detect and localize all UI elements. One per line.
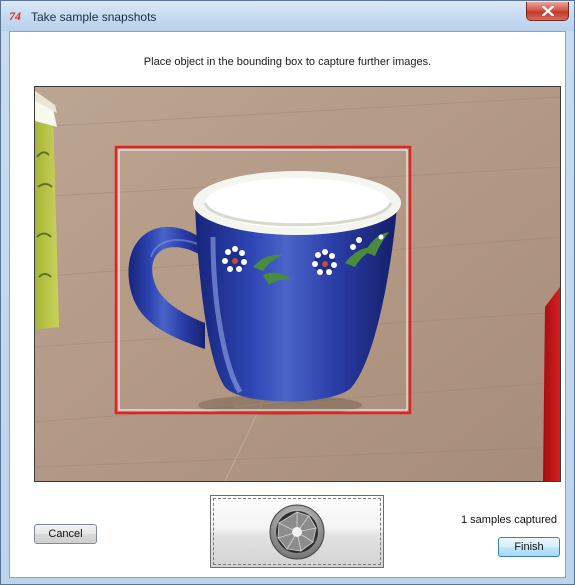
close-icon <box>542 6 554 16</box>
finish-button[interactable]: Finish <box>498 537 560 557</box>
title-bar[interactable]: 74 Take sample snapshots <box>1 1 574 31</box>
dialog-content: Place object in the bounding box to capt… <box>9 31 566 578</box>
camera-preview <box>34 86 561 482</box>
close-button[interactable] <box>526 2 569 21</box>
dialog-window: 74 Take sample snapshots Place object in… <box>0 0 575 585</box>
samples-captured-text: 1 samples captured <box>461 514 557 526</box>
window-title: Take sample snapshots <box>31 10 157 24</box>
app-logo-icon: 74 <box>9 9 21 23</box>
camera-shutter-icon <box>269 504 325 560</box>
instruction-text: Place object in the bounding box to capt… <box>143 56 432 68</box>
cancel-button[interactable]: Cancel <box>34 524 97 544</box>
camera-image <box>35 87 560 481</box>
capture-button[interactable] <box>210 495 384 568</box>
